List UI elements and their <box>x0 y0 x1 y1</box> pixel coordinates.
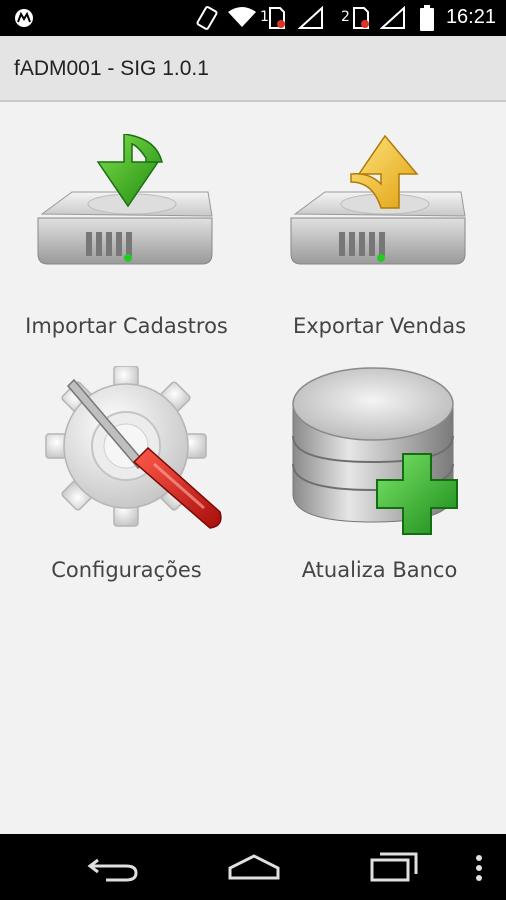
overflow-menu-icon[interactable] <box>472 854 486 882</box>
navigation-bar <box>0 834 506 900</box>
app-title: fADM001 - SIG 1.0.1 <box>14 57 209 80</box>
import-records-button[interactable]: Importar Cadastros <box>0 104 253 348</box>
app-bar: fADM001 - SIG 1.0.1 <box>0 36 506 102</box>
sim-1-icon <box>269 7 285 29</box>
export-sales-label: Exportar Vendas <box>292 314 467 338</box>
export-drive-icon <box>290 134 466 265</box>
settings-label: Configurações <box>51 558 202 582</box>
screen-rotation-icon <box>196 6 218 30</box>
settings-button[interactable]: Configurações <box>0 348 253 592</box>
database-add-icon <box>292 367 458 535</box>
sim-2-icon <box>353 7 369 29</box>
signal-1-icon <box>298 6 323 29</box>
export-sales-button[interactable]: Exportar Vendas <box>253 104 506 348</box>
home-icon[interactable] <box>224 846 284 888</box>
recents-icon[interactable] <box>364 846 424 888</box>
back-icon[interactable] <box>84 846 144 888</box>
import-drive-icon <box>37 134 213 265</box>
signal-2-icon <box>380 6 405 29</box>
status-bar: 1 2 16:21 <box>0 0 506 36</box>
settings-gear-screwdriver-icon <box>45 366 222 529</box>
battery-icon <box>420 5 434 31</box>
wifi-icon <box>228 7 256 27</box>
import-records-label: Importar Cadastros <box>25 314 228 338</box>
update-database-label: Atualiza Banco <box>301 558 458 582</box>
sim-2-label: 2 <box>341 9 350 25</box>
update-database-button[interactable]: Atualiza Banco <box>253 348 506 592</box>
motorola-logo-icon <box>15 9 33 27</box>
status-time: 16:21 <box>445 6 496 28</box>
